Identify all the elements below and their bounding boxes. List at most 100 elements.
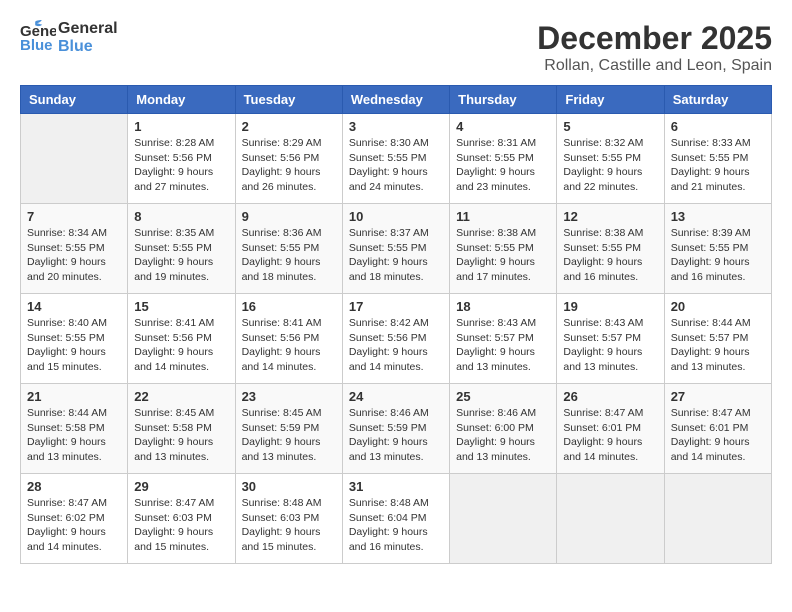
- calendar-cell: 16Sunrise: 8:41 AM Sunset: 5:56 PM Dayli…: [235, 294, 342, 384]
- weekday-header-sunday: Sunday: [21, 86, 128, 114]
- day-info: Sunrise: 8:38 AM Sunset: 5:55 PM Dayligh…: [456, 226, 550, 285]
- day-info: Sunrise: 8:43 AM Sunset: 5:57 PM Dayligh…: [563, 316, 657, 375]
- weekday-header-tuesday: Tuesday: [235, 86, 342, 114]
- day-info: Sunrise: 8:47 AM Sunset: 6:03 PM Dayligh…: [134, 496, 228, 555]
- day-info: Sunrise: 8:28 AM Sunset: 5:56 PM Dayligh…: [134, 136, 228, 195]
- calendar-cell: [557, 474, 664, 564]
- day-info: Sunrise: 8:44 AM Sunset: 5:58 PM Dayligh…: [27, 406, 121, 465]
- calendar-cell: 2Sunrise: 8:29 AM Sunset: 5:56 PM Daylig…: [235, 114, 342, 204]
- day-info: Sunrise: 8:42 AM Sunset: 5:56 PM Dayligh…: [349, 316, 443, 375]
- day-number: 24: [349, 389, 443, 404]
- logo-text-general: General: [58, 20, 118, 38]
- day-number: 12: [563, 209, 657, 224]
- day-info: Sunrise: 8:32 AM Sunset: 5:55 PM Dayligh…: [563, 136, 657, 195]
- page-header: General Blue General Blue December 2025 …: [20, 20, 772, 75]
- day-number: 1: [134, 119, 228, 134]
- day-info: Sunrise: 8:40 AM Sunset: 5:55 PM Dayligh…: [27, 316, 121, 375]
- calendar-cell: 8 Sunrise: 8:35 AM Sunset: 5:55 PM Daylig…: [128, 204, 235, 294]
- calendar-week-row: 28Sunrise: 8:47 AM Sunset: 6:02 PM Dayli…: [21, 474, 772, 564]
- day-info: Sunrise: 8:36 AM Sunset: 5:55 PM Dayligh…: [242, 226, 336, 285]
- calendar-cell: 7Sunrise: 8:34 AM Sunset: 5:55 PM Daylig…: [21, 204, 128, 294]
- day-info: Sunrise: 8:46 AM Sunset: 6:00 PM Dayligh…: [456, 406, 550, 465]
- day-number: 19: [563, 299, 657, 314]
- day-number: 4: [456, 119, 550, 134]
- day-number: 17: [349, 299, 443, 314]
- svg-text:Blue: Blue: [20, 37, 53, 54]
- day-info: Sunrise: 8:30 AM Sunset: 5:55 PM Dayligh…: [349, 136, 443, 195]
- calendar-cell: 26 Sunrise: 8:47 AM Sunset: 6:01 PM Dayli…: [557, 384, 664, 474]
- day-number: 11: [456, 209, 550, 224]
- day-info: Sunrise: 8:47 AM Sunset: 6:01 PM Dayligh…: [563, 406, 657, 465]
- calendar-cell: 14 Sunrise: 8:40 AM Sunset: 5:55 PM Dayli…: [21, 294, 128, 384]
- day-number: 14: [27, 299, 121, 314]
- day-info: Sunrise: 8:38 AM Sunset: 5:55 PM Dayligh…: [563, 226, 657, 285]
- weekday-header-friday: Friday: [557, 86, 664, 114]
- day-info: Sunrise: 8:37 AM Sunset: 5:55 PM Dayligh…: [349, 226, 443, 285]
- day-number: 21: [27, 389, 121, 404]
- day-number: 8: [134, 209, 228, 224]
- day-number: 6: [671, 119, 765, 134]
- day-number: 25: [456, 389, 550, 404]
- calendar-week-row: 1 Sunrise: 8:28 AM Sunset: 5:56 PM Daylig…: [21, 114, 772, 204]
- location-title: Rollan, Castille and Leon, Spain: [537, 57, 772, 75]
- calendar-cell: 13 Sunrise: 8:39 AM Sunset: 5:55 PM Dayli…: [664, 204, 771, 294]
- calendar-header-row: SundayMondayTuesdayWednesdayThursdayFrid…: [21, 86, 772, 114]
- calendar-cell: 10 Sunrise: 8:37 AM Sunset: 5:55 PM Dayli…: [342, 204, 449, 294]
- day-info: Sunrise: 8:34 AM Sunset: 5:55 PM Dayligh…: [27, 226, 121, 285]
- calendar-cell: 18 Sunrise: 8:43 AM Sunset: 5:57 PM Dayli…: [450, 294, 557, 384]
- day-number: 18: [456, 299, 550, 314]
- day-number: 23: [242, 389, 336, 404]
- calendar-table: SundayMondayTuesdayWednesdayThursdayFrid…: [20, 85, 772, 564]
- calendar-cell: 29Sunrise: 8:47 AM Sunset: 6:03 PM Dayli…: [128, 474, 235, 564]
- day-number: 13: [671, 209, 765, 224]
- weekday-header-saturday: Saturday: [664, 86, 771, 114]
- calendar-cell: 23Sunrise: 8:45 AM Sunset: 5:59 PM Dayli…: [235, 384, 342, 474]
- day-number: 5: [563, 119, 657, 134]
- day-info: Sunrise: 8:29 AM Sunset: 5:56 PM Dayligh…: [242, 136, 336, 195]
- day-info: Sunrise: 8:35 AM Sunset: 5:55 PM Dayligh…: [134, 226, 228, 285]
- calendar-cell: 20 Sunrise: 8:44 AM Sunset: 5:57 PM Dayli…: [664, 294, 771, 384]
- calendar-cell: 4 Sunrise: 8:31 AM Sunset: 5:55 PM Daylig…: [450, 114, 557, 204]
- day-info: Sunrise: 8:41 AM Sunset: 5:56 PM Dayligh…: [242, 316, 336, 375]
- calendar-cell: 9 Sunrise: 8:36 AM Sunset: 5:55 PM Daylig…: [235, 204, 342, 294]
- day-info: Sunrise: 8:39 AM Sunset: 5:55 PM Dayligh…: [671, 226, 765, 285]
- calendar-cell: 17 Sunrise: 8:42 AM Sunset: 5:56 PM Dayli…: [342, 294, 449, 384]
- day-info: Sunrise: 8:47 AM Sunset: 6:01 PM Dayligh…: [671, 406, 765, 465]
- day-number: 27: [671, 389, 765, 404]
- weekday-header-thursday: Thursday: [450, 86, 557, 114]
- day-info: Sunrise: 8:31 AM Sunset: 5:55 PM Dayligh…: [456, 136, 550, 195]
- calendar-cell: [450, 474, 557, 564]
- day-number: 22: [134, 389, 228, 404]
- logo: General Blue General Blue: [20, 20, 118, 56]
- title-block: December 2025 Rollan, Castille and Leon,…: [537, 20, 772, 75]
- day-number: 26: [563, 389, 657, 404]
- day-info: Sunrise: 8:44 AM Sunset: 5:57 PM Dayligh…: [671, 316, 765, 375]
- day-info: Sunrise: 8:43 AM Sunset: 5:57 PM Dayligh…: [456, 316, 550, 375]
- month-title: December 2025: [537, 20, 772, 57]
- day-info: Sunrise: 8:46 AM Sunset: 5:59 PM Dayligh…: [349, 406, 443, 465]
- calendar-cell: [664, 474, 771, 564]
- calendar-cell: [21, 114, 128, 204]
- calendar-cell: 15 Sunrise: 8:41 AM Sunset: 5:56 PM Dayli…: [128, 294, 235, 384]
- day-number: 9: [242, 209, 336, 224]
- day-number: 15: [134, 299, 228, 314]
- day-number: 10: [349, 209, 443, 224]
- calendar-cell: 6Sunrise: 8:33 AM Sunset: 5:55 PM Daylig…: [664, 114, 771, 204]
- calendar-cell: 5 Sunrise: 8:32 AM Sunset: 5:55 PM Daylig…: [557, 114, 664, 204]
- weekday-header-monday: Monday: [128, 86, 235, 114]
- day-number: 20: [671, 299, 765, 314]
- calendar-cell: 30Sunrise: 8:48 AM Sunset: 6:03 PM Dayli…: [235, 474, 342, 564]
- calendar-cell: 25 Sunrise: 8:46 AM Sunset: 6:00 PM Dayli…: [450, 384, 557, 474]
- day-info: Sunrise: 8:47 AM Sunset: 6:02 PM Dayligh…: [27, 496, 121, 555]
- day-info: Sunrise: 8:48 AM Sunset: 6:03 PM Dayligh…: [242, 496, 336, 555]
- day-number: 31: [349, 479, 443, 494]
- weekday-header-wednesday: Wednesday: [342, 86, 449, 114]
- calendar-cell: 24 Sunrise: 8:46 AM Sunset: 5:59 PM Dayli…: [342, 384, 449, 474]
- calendar-cell: 19 Sunrise: 8:43 AM Sunset: 5:57 PM Dayli…: [557, 294, 664, 384]
- calendar-cell: 12 Sunrise: 8:38 AM Sunset: 5:55 PM Dayli…: [557, 204, 664, 294]
- calendar-cell: 1 Sunrise: 8:28 AM Sunset: 5:56 PM Daylig…: [128, 114, 235, 204]
- day-info: Sunrise: 8:48 AM Sunset: 6:04 PM Dayligh…: [349, 496, 443, 555]
- calendar-cell: 28Sunrise: 8:47 AM Sunset: 6:02 PM Dayli…: [21, 474, 128, 564]
- logo-icon: General Blue: [20, 20, 56, 56]
- day-info: Sunrise: 8:41 AM Sunset: 5:56 PM Dayligh…: [134, 316, 228, 375]
